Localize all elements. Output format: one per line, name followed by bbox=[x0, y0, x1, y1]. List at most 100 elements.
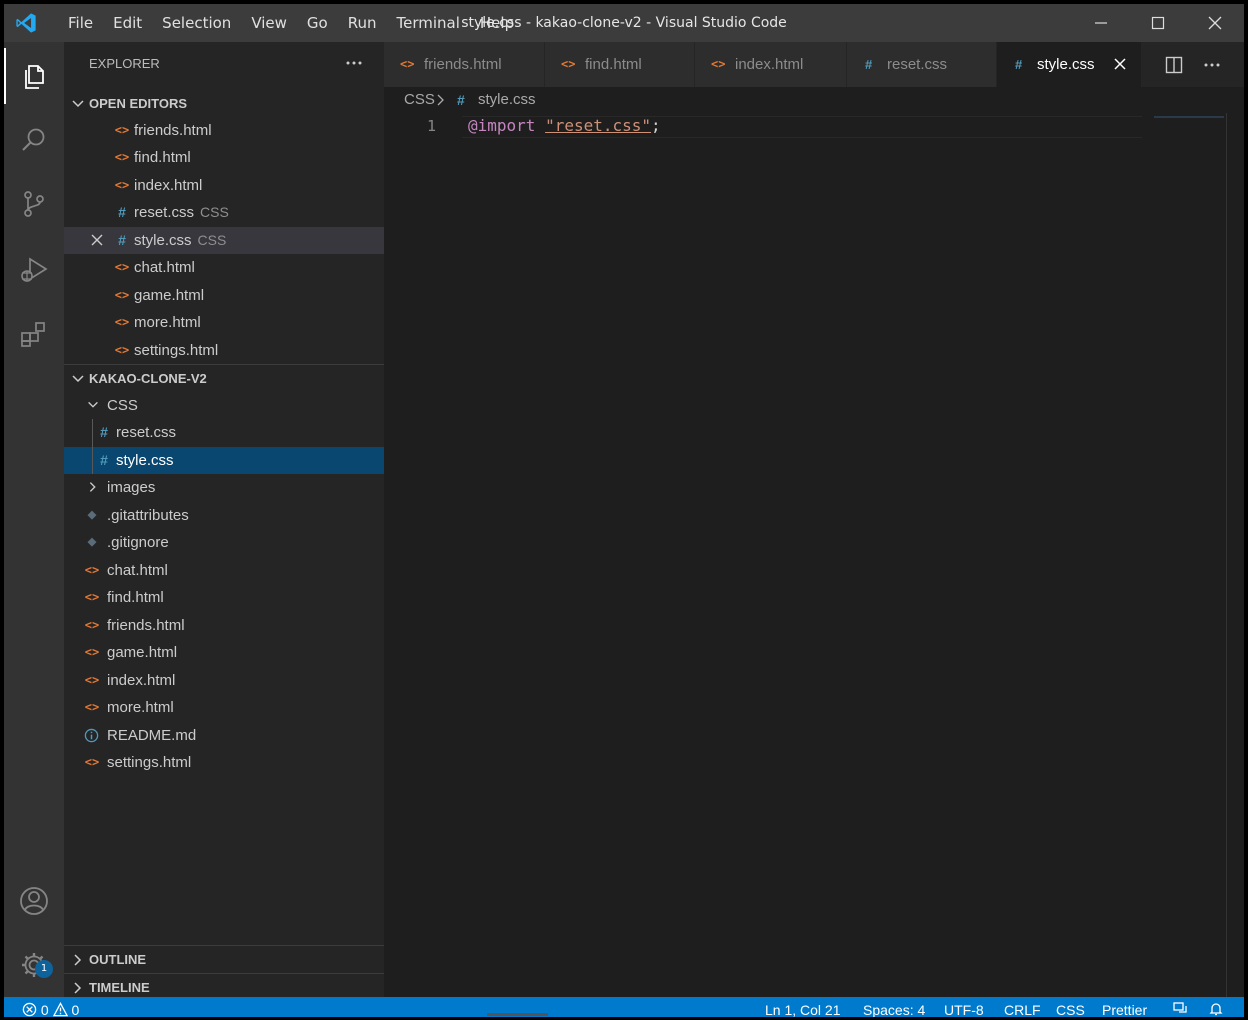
info-icon bbox=[84, 728, 99, 743]
chevron-down-icon bbox=[72, 375, 84, 383]
overview-ruler bbox=[1226, 113, 1227, 997]
vscode-window: File Edit Selection View Go Run Terminal… bbox=[4, 4, 1244, 1017]
open-editor-item[interactable]: <> index.html bbox=[64, 172, 384, 199]
tab-label: reset.css bbox=[887, 56, 948, 73]
open-editor-name: reset.css bbox=[134, 204, 195, 221]
line-number: 1 bbox=[426, 117, 436, 135]
notifications-bell-icon[interactable] bbox=[1208, 1001, 1224, 1017]
indentation-status[interactable]: Spaces: 4 bbox=[863, 997, 925, 1017]
split-editor-icon bbox=[1165, 56, 1183, 73]
close-icon[interactable] bbox=[90, 233, 104, 247]
file-item-selected[interactable]: # style.css bbox=[64, 447, 384, 474]
horizontal-scrollbar[interactable] bbox=[487, 1013, 548, 1016]
open-editor-item-active[interactable]: # style.css CSS bbox=[64, 227, 384, 254]
tab-friends-html[interactable]: <> friends.html bbox=[384, 42, 545, 87]
git-icon: ◆ bbox=[87, 536, 97, 548]
menu-terminal[interactable]: Terminal bbox=[387, 4, 470, 42]
language-status[interactable]: CSS bbox=[1056, 997, 1085, 1017]
search-activity[interactable] bbox=[4, 112, 64, 168]
open-editor-item[interactable]: <> friends.html bbox=[64, 117, 384, 144]
open-editor-item[interactable]: <> chat.html bbox=[64, 254, 384, 281]
problems-status[interactable]: 0 0 bbox=[22, 997, 79, 1017]
file-item[interactable]: <> game.html bbox=[64, 639, 384, 666]
chevron-right-icon bbox=[74, 982, 82, 994]
explorer-activity[interactable] bbox=[4, 48, 64, 104]
file-item[interactable]: <> settings.html bbox=[64, 749, 384, 776]
breadcrumb-file[interactable]: style.css bbox=[478, 87, 536, 113]
chevron-right-icon bbox=[74, 954, 82, 966]
outline-label: OUTLINE bbox=[89, 952, 147, 967]
folder-name: CSS bbox=[107, 397, 138, 414]
open-editor-folder: CSS bbox=[200, 204, 229, 220]
file-item[interactable]: README.md bbox=[64, 722, 384, 749]
file-item[interactable]: # reset.css bbox=[64, 419, 384, 446]
tab-reset-css[interactable]: # reset.css bbox=[847, 42, 997, 87]
file-name: style.css bbox=[116, 452, 174, 469]
open-editor-item[interactable]: <> settings.html bbox=[64, 337, 384, 364]
file-item[interactable]: <> friends.html bbox=[64, 612, 384, 639]
menu-run[interactable]: Run bbox=[338, 4, 387, 42]
file-name: index.html bbox=[107, 672, 176, 689]
tab-style-css[interactable]: # style.css bbox=[997, 42, 1142, 87]
editor-more-button[interactable] bbox=[1192, 42, 1232, 87]
minimap[interactable] bbox=[1154, 116, 1224, 118]
run-debug-activity[interactable] bbox=[4, 242, 64, 298]
file-item[interactable]: <> find.html bbox=[64, 584, 384, 611]
file-item[interactable]: <> chat.html bbox=[64, 557, 384, 584]
formatter-status[interactable]: Prettier bbox=[1102, 997, 1147, 1017]
css-icon: # bbox=[100, 424, 108, 440]
html-icon: <> bbox=[84, 755, 100, 769]
file-item[interactable]: <> index.html bbox=[64, 667, 384, 694]
folder-css[interactable]: CSS bbox=[64, 392, 384, 419]
accounts-activity[interactable] bbox=[4, 873, 64, 929]
cursor-position-status[interactable]: Ln 1, Col 21 bbox=[765, 997, 841, 1017]
encoding-status[interactable]: UTF-8 bbox=[944, 997, 984, 1017]
menu-help[interactable]: Help bbox=[470, 4, 524, 42]
code-string: "reset.css" bbox=[545, 116, 652, 135]
menu-selection[interactable]: Selection bbox=[152, 4, 241, 42]
file-name: friends.html bbox=[107, 617, 185, 634]
outline-header[interactable]: OUTLINE bbox=[64, 946, 384, 973]
error-icon bbox=[22, 1002, 37, 1017]
tab-label: friends.html bbox=[424, 56, 502, 73]
open-editors-label: OPEN EDITORS bbox=[89, 96, 188, 111]
html-icon: <> bbox=[711, 57, 726, 71]
folder-images[interactable]: images bbox=[64, 474, 384, 501]
menu-edit[interactable]: Edit bbox=[103, 4, 152, 42]
breadcrumb-folder[interactable]: CSS bbox=[404, 87, 435, 113]
feedback-icon[interactable] bbox=[1172, 1001, 1188, 1017]
tab-find-html[interactable]: <> find.html bbox=[545, 42, 695, 87]
eol-status[interactable]: CRLF bbox=[1004, 997, 1041, 1017]
open-editor-item[interactable]: <> find.html bbox=[64, 144, 384, 171]
minimize-button[interactable] bbox=[1078, 4, 1124, 42]
menu-file[interactable]: File bbox=[58, 4, 103, 42]
open-editor-item[interactable]: <> game.html bbox=[64, 282, 384, 309]
more-actions-icon[interactable] bbox=[344, 53, 364, 73]
open-editor-name: friends.html bbox=[134, 122, 212, 139]
menu-go[interactable]: Go bbox=[297, 4, 338, 42]
project-folder-label: KAKAO-CLONE-V2 bbox=[89, 371, 207, 386]
split-editor-button[interactable] bbox=[1154, 42, 1194, 87]
close-icon[interactable] bbox=[1113, 57, 1127, 71]
file-item[interactable]: ◆ .gitignore bbox=[64, 529, 384, 556]
tab-index-html[interactable]: <> index.html bbox=[695, 42, 847, 87]
tab-label: index.html bbox=[735, 56, 804, 73]
close-window-button[interactable] bbox=[1192, 4, 1238, 42]
run-debug-icon bbox=[21, 257, 48, 282]
project-folder-header[interactable]: KAKAO-CLONE-V2 bbox=[64, 365, 384, 392]
file-item[interactable]: <> more.html bbox=[64, 694, 384, 721]
file-item[interactable]: ◆ .gitattributes bbox=[64, 502, 384, 529]
file-name: more.html bbox=[107, 699, 174, 716]
files-icon bbox=[25, 65, 44, 89]
code-editor[interactable]: 1 @import "reset.css"; bbox=[384, 113, 1244, 997]
open-editor-item[interactable]: <> more.html bbox=[64, 309, 384, 336]
maximize-button[interactable] bbox=[1135, 4, 1181, 42]
open-editors-header[interactable]: OPEN EDITORS bbox=[64, 90, 384, 117]
extensions-activity[interactable] bbox=[4, 306, 64, 362]
manage-activity[interactable]: 1 bbox=[4, 937, 64, 993]
source-control-activity[interactable] bbox=[4, 176, 64, 232]
menu-view[interactable]: View bbox=[241, 4, 297, 42]
code-line[interactable]: @import "reset.css"; bbox=[468, 115, 661, 137]
css-icon: # bbox=[1015, 57, 1023, 72]
open-editor-item[interactable]: # reset.css CSS bbox=[64, 199, 384, 226]
